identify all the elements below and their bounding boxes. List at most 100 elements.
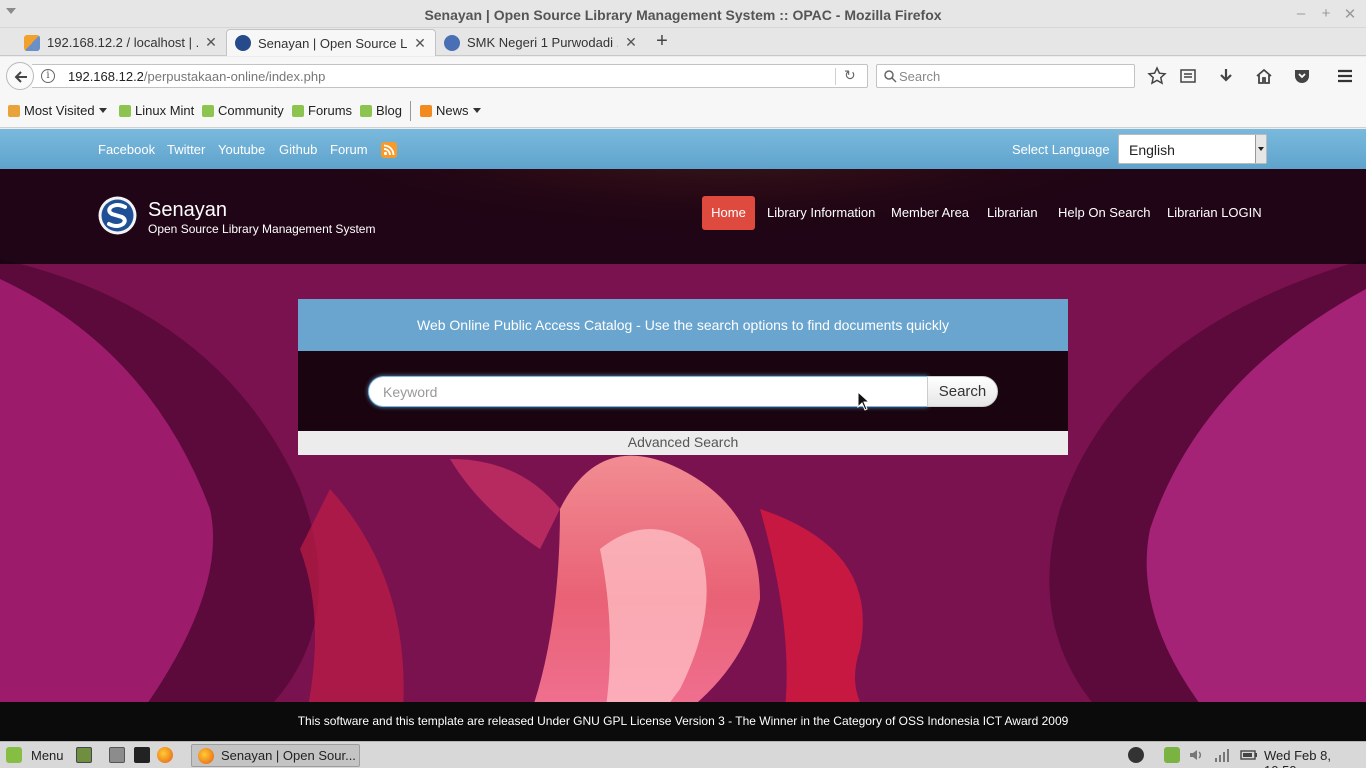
keyword-input[interactable]	[383, 383, 913, 401]
taskbar-window-firefox[interactable]: Senayan | Open Sour...	[191, 744, 360, 767]
download-icon[interactable]	[1216, 66, 1236, 86]
tab-label: SMK Negeri 1 Purwodadi ...	[467, 35, 618, 50]
nav-library-information[interactable]: Library Information	[767, 205, 875, 220]
chevron-down-icon	[472, 108, 481, 113]
firefox-launcher-icon[interactable]	[157, 747, 173, 763]
keyword-field[interactable]	[368, 376, 928, 407]
bookmark-label: Forums	[308, 103, 353, 118]
new-tab-button[interactable]: +	[652, 31, 672, 51]
back-button[interactable]	[6, 62, 34, 90]
tab-strip: 192.168.12.2 / localhost | ... ✕ Senayan…	[0, 28, 1366, 56]
select-language-label: Select Language	[1012, 142, 1110, 157]
social-bar: Facebook Twitter Youtube Github Forum Se…	[0, 129, 1366, 169]
search-bar[interactable]	[876, 64, 1135, 88]
nav-member-area[interactable]: Member Area	[891, 205, 969, 220]
navigation-toolbar: i 192.168.12.2/perpustakaan-online/index…	[0, 57, 1366, 95]
terminal-icon[interactable]	[134, 747, 150, 763]
wifi-signal-icon[interactable]	[1214, 747, 1230, 763]
rss-icon[interactable]	[381, 142, 397, 158]
site-info-icon[interactable]: i	[41, 69, 55, 83]
network-monitor-icon[interactable]	[1128, 747, 1144, 763]
bookmark-label: News	[436, 103, 469, 118]
folder-icon	[8, 104, 20, 117]
language-select[interactable]: English	[1118, 134, 1267, 164]
nav-home[interactable]: Home	[702, 196, 755, 230]
firefox-icon	[198, 747, 214, 764]
taskbar-window-label: Senayan | Open Sour...	[221, 748, 356, 763]
site-header: Senayan Open Source Library Management S…	[0, 169, 1366, 264]
bookmark-most-visited[interactable]: Most Visited	[8, 103, 107, 118]
senayan-icon	[235, 35, 251, 51]
battery-icon[interactable]	[1240, 747, 1257, 763]
bookmark-label: Most Visited	[24, 103, 95, 118]
facebook-link[interactable]: Facebook	[98, 142, 155, 157]
github-link[interactable]: Github	[279, 142, 317, 157]
search-input[interactable]	[899, 67, 1129, 85]
search-button[interactable]: Search	[927, 376, 998, 407]
tab-smk[interactable]: SMK Negeri 1 Purwodadi ... ✕	[436, 29, 646, 56]
bookmark-blog[interactable]: Blog	[360, 103, 402, 118]
bookmark-star-icon[interactable]	[1147, 66, 1167, 86]
window-titlebar: Senayan | Open Source Library Management…	[0, 0, 1366, 28]
site-footer: This software and this template are rele…	[0, 702, 1366, 741]
advanced-search-link[interactable]: Advanced Search	[298, 431, 1068, 455]
bookmark-label: Community	[218, 103, 284, 118]
tab-phpmyadmin[interactable]: 192.168.12.2 / localhost | ... ✕	[16, 29, 226, 56]
clock[interactable]: Wed Feb 8, 10:50	[1264, 748, 1366, 768]
minimize-button[interactable]: –	[1293, 5, 1309, 22]
back-arrow-icon	[14, 71, 27, 83]
url-text[interactable]: 192.168.12.2/perpustakaan-online/index.p…	[68, 69, 325, 84]
bookmark-linux-mint[interactable]: Linux Mint	[119, 103, 194, 118]
start-menu-label: Menu	[31, 747, 64, 763]
show-desktop-icon[interactable]	[76, 747, 92, 763]
volume-icon[interactable]	[1188, 747, 1204, 763]
bookmark-forums[interactable]: Forums	[292, 103, 352, 118]
search-form: Search	[298, 351, 1068, 431]
url-divider	[835, 68, 836, 85]
file-manager-icon[interactable]	[109, 747, 125, 763]
youtube-link[interactable]: Youtube	[218, 142, 265, 157]
url-host: 192.168.12.2	[68, 69, 144, 84]
tab-label: 192.168.12.2 / localhost | ...	[47, 35, 198, 50]
hamburger-menu-icon[interactable]	[1335, 66, 1355, 86]
twitter-link[interactable]: Twitter	[167, 142, 205, 157]
smk-icon	[444, 34, 460, 51]
close-window-button[interactable]: ✕	[1342, 5, 1358, 23]
tab-label: Senayan | Open Source L...	[258, 35, 407, 51]
nav-librarian-login[interactable]: Librarian LOGIN	[1167, 205, 1262, 220]
start-menu-button[interactable]: Menu	[6, 747, 64, 763]
bookmark-community[interactable]: Community	[202, 103, 284, 118]
rss-feed-icon	[420, 104, 432, 117]
taskbar: Menu Senayan | Open Sour... Wed Feb 8, 1…	[0, 741, 1366, 768]
dropdown-arrow-icon[interactable]	[1255, 135, 1266, 163]
phpmyadmin-icon	[24, 34, 40, 51]
nav-help-on-search[interactable]: Help On Search	[1058, 205, 1151, 220]
reading-list-icon[interactable]	[1178, 66, 1198, 86]
bookmark-news[interactable]: News	[420, 103, 481, 118]
reload-icon[interactable]: ↻	[844, 67, 856, 84]
close-tab-icon[interactable]: ✕	[413, 35, 427, 52]
close-tab-icon[interactable]: ✕	[624, 34, 638, 51]
site-tagline: Open Source Library Management System	[148, 222, 376, 236]
maximize-button[interactable]: +	[1318, 5, 1334, 22]
site-name[interactable]: Senayan	[148, 199, 227, 222]
update-shield-icon[interactable]	[1164, 747, 1180, 763]
pocket-icon[interactable]	[1292, 66, 1312, 86]
language-value: English	[1129, 142, 1175, 158]
bookmarks-toolbar: Most Visited Linux Mint Community Forums…	[0, 95, 1366, 128]
linux-mint-icon	[202, 104, 214, 117]
linux-mint-icon	[292, 104, 304, 117]
forum-link[interactable]: Forum	[330, 142, 368, 157]
close-tab-icon[interactable]: ✕	[204, 34, 218, 51]
nav-librarian[interactable]: Librarian	[987, 205, 1038, 220]
senayan-logo[interactable]	[98, 196, 137, 235]
window-title: Senayan | Open Source Library Management…	[424, 7, 942, 23]
linux-mint-icon	[119, 104, 131, 117]
catalog-search-panel: Web Online Public Access Catalog - Use t…	[298, 299, 1068, 455]
linux-mint-icon	[6, 747, 22, 763]
url-bar[interactable]: i 192.168.12.2/perpustakaan-online/index…	[32, 64, 868, 88]
tab-senayan[interactable]: Senayan | Open Source L... ✕	[226, 29, 436, 56]
search-icon	[884, 70, 897, 83]
home-icon[interactable]	[1254, 66, 1274, 86]
catalog-heading: Web Online Public Access Catalog - Use t…	[298, 299, 1068, 351]
